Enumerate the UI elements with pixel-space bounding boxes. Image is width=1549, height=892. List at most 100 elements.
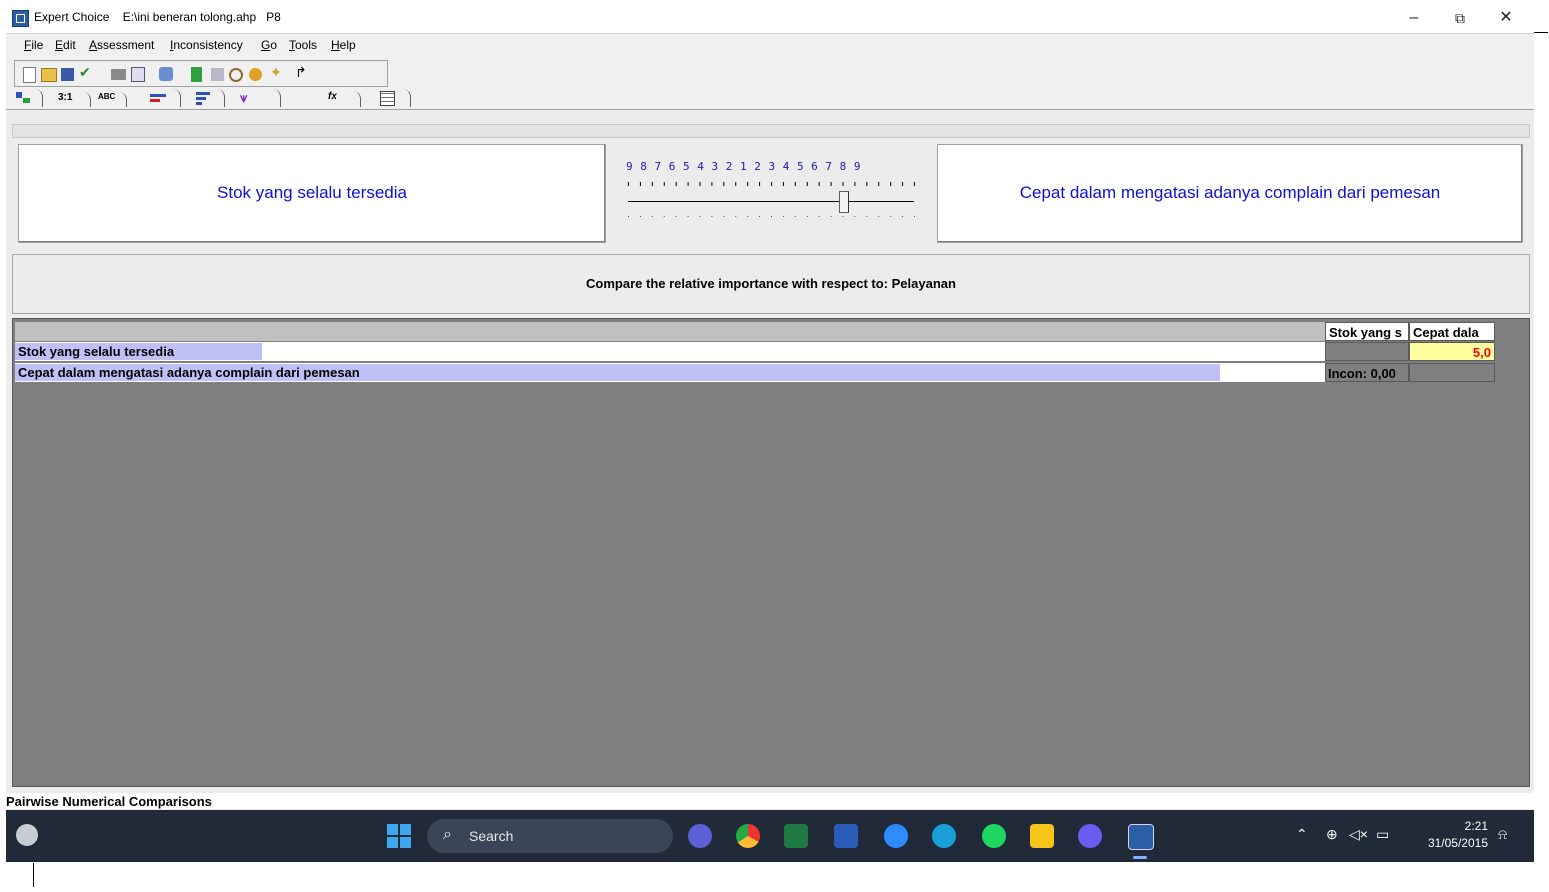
menu-inconsistency[interactable]: Inconsistency [170, 38, 243, 52]
sort-bar-icon [196, 97, 206, 100]
scale-tick [902, 182, 904, 186]
tab-numerical[interactable]: 3:1 [58, 92, 91, 107]
sort-bars-icon [196, 92, 210, 95]
scale-tick [639, 182, 641, 186]
weather-icon[interactable] [16, 824, 38, 846]
right-element-label: Cepat dalam mengatasi adanya complain da… [1019, 183, 1441, 202]
header-band [12, 124, 1530, 138]
save-icon[interactable] [61, 68, 74, 81]
chevron-up-icon[interactable]: ⌃ [1296, 826, 1308, 843]
speaker-muted-icon[interactable]: ◁× [1349, 826, 1368, 843]
scale-tick [878, 182, 880, 186]
tab-tree-icon[interactable] [14, 89, 43, 107]
refresh-icon[interactable] [249, 68, 262, 81]
minimize-button[interactable]: – [1391, 6, 1437, 30]
menu-assessment[interactable]: Assessment [89, 38, 154, 52]
chrome-icon[interactable] [736, 824, 760, 848]
scale-dot [639, 216, 641, 217]
globe-tool-icon[interactable] [229, 68, 243, 82]
open-folder-icon[interactable] [41, 68, 57, 82]
menu-file[interactable]: File [24, 38, 43, 52]
scale-dots [628, 216, 915, 217]
left-element-box[interactable]: Stok yang selalu tersedia [18, 144, 606, 243]
scale-tick [771, 182, 772, 186]
left-element-label: Stok yang selalu tersedia [217, 183, 407, 202]
scale-tick [782, 182, 784, 186]
scale-dot [806, 216, 808, 217]
scale-dot [830, 216, 832, 217]
arrow-up-right-icon[interactable]: ↱ [295, 64, 311, 80]
scale-tick [866, 182, 868, 186]
taskbar-clock[interactable]: 2:21 31/05/2015 [1414, 818, 1488, 852]
judgment-value-cell[interactable]: 5,0 [1409, 342, 1495, 361]
wand-icon[interactable]: ✦ [270, 64, 286, 80]
print-icon[interactable] [111, 69, 126, 80]
wrt-panel: Compare the relative importance with res… [12, 254, 1530, 314]
windows-start-icon[interactable] [387, 824, 411, 848]
comparison-scale[interactable]: 9 8 7 6 5 4 3 2 1 2 3 4 5 6 7 8 9 [606, 144, 936, 241]
print-preview-icon[interactable] [131, 67, 145, 82]
slider-thumb[interactable] [839, 191, 849, 213]
notification-icon[interactable]: ⍾ [1498, 826, 1507, 843]
col-header-2[interactable]: Cepat dala [1409, 322, 1495, 341]
scale-tick [759, 182, 761, 186]
scale-dot [782, 216, 784, 217]
model-icon[interactable] [159, 67, 173, 81]
word-icon[interactable] [834, 824, 858, 848]
file-explorer-icon[interactable] [1030, 824, 1054, 848]
menu-edit[interactable]: Edit [55, 38, 76, 52]
tab-graphical[interactable] [146, 89, 181, 107]
copilot-icon[interactable] [1078, 824, 1102, 848]
tab-sort[interactable] [192, 89, 225, 107]
matrix-row[interactable]: Cepat dalam mengatasi adanya complain da… [15, 363, 1325, 382]
scale-dot [878, 216, 880, 217]
grid-icon [380, 91, 395, 106]
tab-formula[interactable]: fx [328, 91, 361, 107]
menu-help[interactable]: Help [331, 38, 356, 52]
tab-data-grid[interactable] [376, 89, 411, 107]
excel-icon[interactable] [784, 824, 808, 848]
diagonal-cell [1325, 342, 1409, 361]
scale-dot [866, 216, 868, 217]
diagonal-cell [1409, 363, 1495, 382]
row-label: Stok yang selalu tersedia [18, 344, 175, 359]
scale-dot [735, 216, 737, 217]
search-placeholder: Search [469, 828, 514, 844]
windows-taskbar: ⌕ Search ⌃ ⊕ ◁× ▭ 2:21 31/05/2015 ⍾ [6, 810, 1534, 862]
calculator-icon[interactable] [191, 67, 202, 82]
globe-icon[interactable]: ⊕ [1326, 826, 1338, 843]
tree-leaf-icon [23, 98, 30, 103]
col-header-1[interactable]: Stok yang s [1325, 322, 1409, 341]
clock-time: 2:21 [1464, 819, 1488, 833]
zoom-icon[interactable] [884, 824, 908, 848]
spotify-icon[interactable] [982, 824, 1006, 848]
matrix-row[interactable]: Stok yang selalu tersedia [15, 342, 1325, 361]
scale-tick [663, 182, 665, 186]
scale-tick [699, 182, 701, 186]
chart-icon[interactable] [211, 68, 224, 81]
menu-tools[interactable]: Tools [289, 38, 317, 52]
scale-dot [747, 216, 749, 217]
new-file-icon[interactable] [23, 67, 36, 83]
checkmark-icon[interactable]: ✔ [79, 64, 95, 80]
mode-tabs: 3:1 ABC ⩛ fx [6, 87, 1534, 110]
tab-hierarchy[interactable]: ⩛ [234, 89, 281, 107]
slider-track[interactable] [628, 201, 914, 202]
right-element-box[interactable]: Cepat dalam mengatasi adanya complain da… [937, 144, 1523, 243]
close-button[interactable]: ✕ [1483, 6, 1529, 30]
battery-icon[interactable]: ▭ [1376, 826, 1389, 843]
scale-tick [711, 182, 713, 186]
teams-meet-icon[interactable] [688, 824, 712, 848]
tab-verbal[interactable]: ABC [98, 92, 127, 107]
expert-choice-taskbar-icon[interactable] [1128, 824, 1154, 850]
maximize-button[interactable]: ⧉ [1437, 6, 1483, 30]
scale-dot [663, 216, 665, 217]
toolbar-group: ✔ ✦ ↱ [14, 60, 388, 87]
scale-dot [711, 216, 713, 217]
edge-icon[interactable] [932, 824, 956, 848]
text-cursor [33, 863, 34, 887]
taskbar-search[interactable]: ⌕ Search [427, 819, 673, 853]
scale-tick [747, 182, 749, 186]
scale-dot [818, 216, 820, 217]
menu-go[interactable]: Go [261, 38, 277, 52]
